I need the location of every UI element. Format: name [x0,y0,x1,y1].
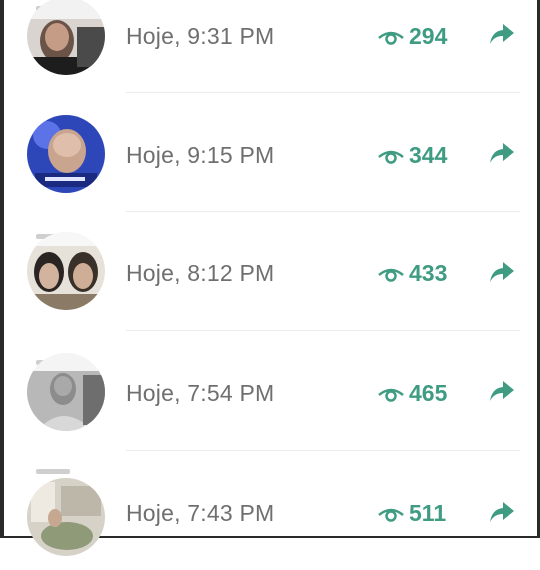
status-time: Hoje, 8:12 PM [126,260,275,286]
list-item[interactable]: Hoje, 7:54 PM 465 [0,333,540,451]
avatar[interactable] [27,115,105,193]
avatar[interactable] [27,353,105,431]
view-count-value: 344 [409,142,448,168]
eye-icon [378,31,404,45]
divider [126,211,520,212]
share-arrow-icon[interactable] [488,379,516,403]
divider [126,330,520,331]
list-item[interactable]: Hoje, 8:12 PM 433 [0,214,540,332]
divider [126,92,520,93]
view-count-value: 294 [409,23,448,49]
share-arrow-icon[interactable] [488,22,516,46]
view-count[interactable]: 294 [377,23,447,50]
view-count[interactable]: 344 [377,142,447,169]
eye-icon [378,150,404,164]
status-time: Hoje, 7:54 PM [126,380,275,406]
status-time: Hoje, 9:15 PM [126,142,275,168]
share-arrow-icon[interactable] [488,141,516,165]
list-item[interactable]: Hoje, 9:31 PM 294 [0,0,540,94]
share-arrow-icon[interactable] [488,260,516,284]
divider [126,450,520,451]
eye-icon [378,508,404,522]
avatar[interactable] [27,232,105,310]
thumbnail-caption [36,469,70,474]
view-count[interactable]: 465 [377,380,447,407]
avatar[interactable] [27,478,105,556]
view-count-value: 433 [409,260,448,286]
view-count[interactable]: 433 [377,260,447,287]
list-item[interactable]: Hoje, 7:43 PM 511 [0,452,540,570]
view-count-value: 511 [409,500,447,526]
share-arrow-icon[interactable] [488,500,516,524]
eye-icon [378,268,404,282]
status-time: Hoje, 9:31 PM [126,23,275,49]
avatar[interactable] [27,0,105,75]
eye-icon [378,388,404,402]
status-time: Hoje, 7:43 PM [126,500,275,526]
view-count-value: 465 [409,380,448,406]
list-item[interactable]: Hoje, 9:15 PM 344 [0,95,540,213]
view-count[interactable]: 511 [377,500,446,527]
